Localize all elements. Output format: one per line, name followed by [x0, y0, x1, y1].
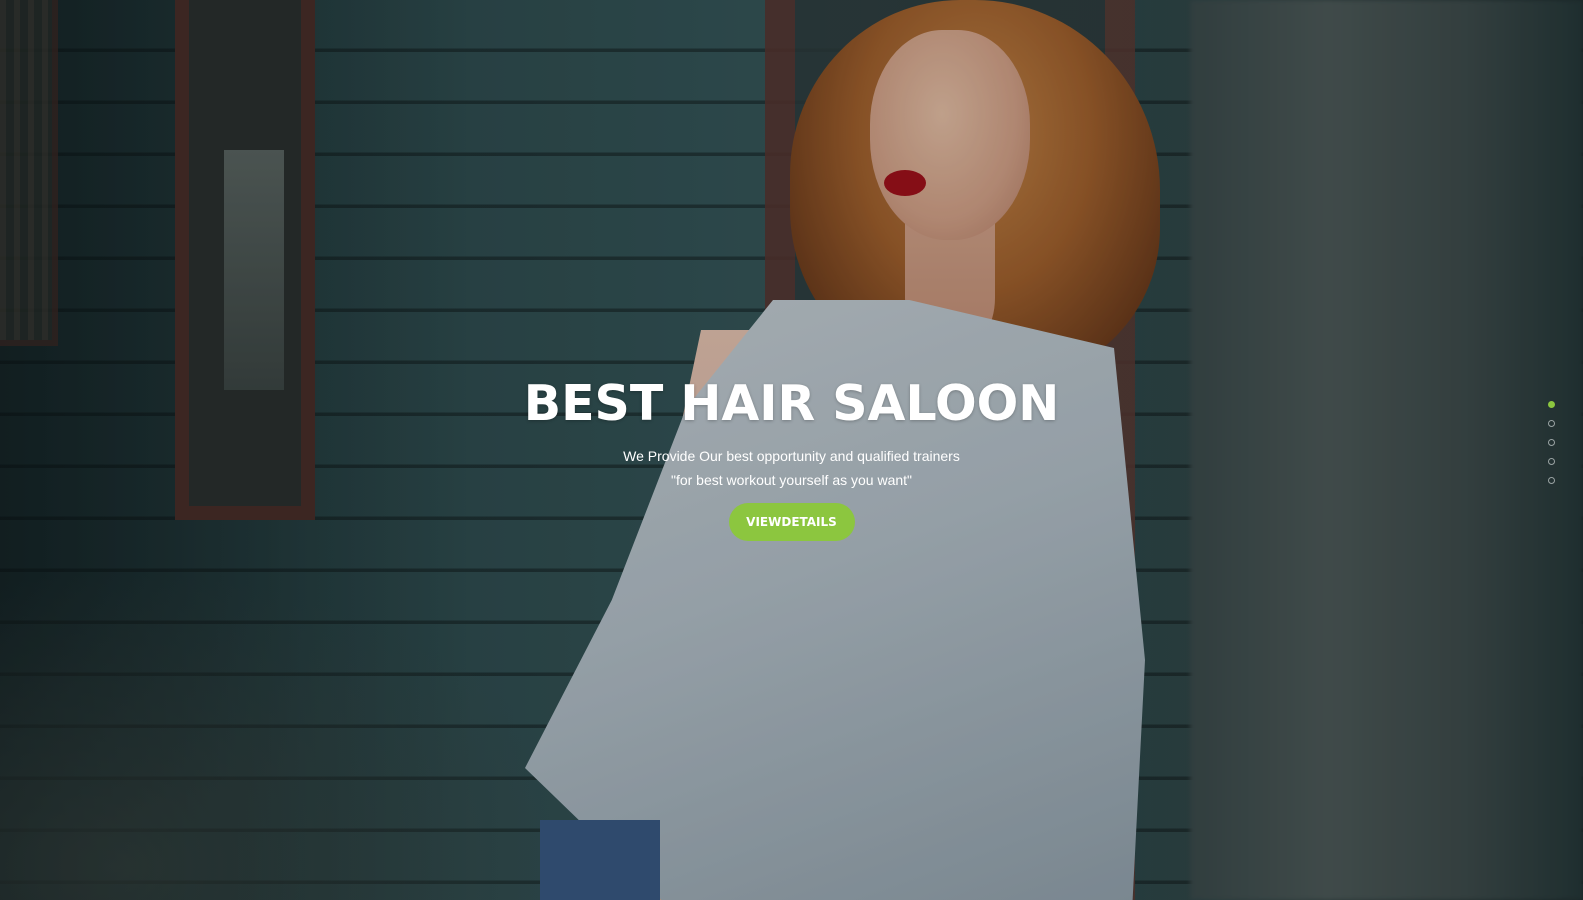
hero-title: BEST HAIR SALOON: [523, 375, 1060, 432]
slider-dot-2[interactable]: [1548, 420, 1555, 427]
slider-dot-4[interactable]: [1548, 458, 1555, 465]
hero-content: BEST HAIR SALOON We Provide Our best opp…: [0, 375, 1583, 541]
hero-section: BEST HAIR SALOON We Provide Our best opp…: [0, 0, 1583, 900]
slider-dot-5[interactable]: [1548, 477, 1555, 484]
slider-dot-3[interactable]: [1548, 439, 1555, 446]
slider-dot-1[interactable]: [1548, 401, 1555, 408]
hero-subtitle-line-2: "for best workout yourself as you want": [670, 472, 913, 488]
slider-pagination: [1548, 401, 1558, 496]
hero-subtitle-line-1: We Provide Our best opportunity and qual…: [623, 448, 960, 464]
view-details-button[interactable]: VIEWDETAILS: [728, 503, 855, 541]
hero-subtitle: We Provide Our best opportunity and qual…: [0, 444, 1583, 492]
